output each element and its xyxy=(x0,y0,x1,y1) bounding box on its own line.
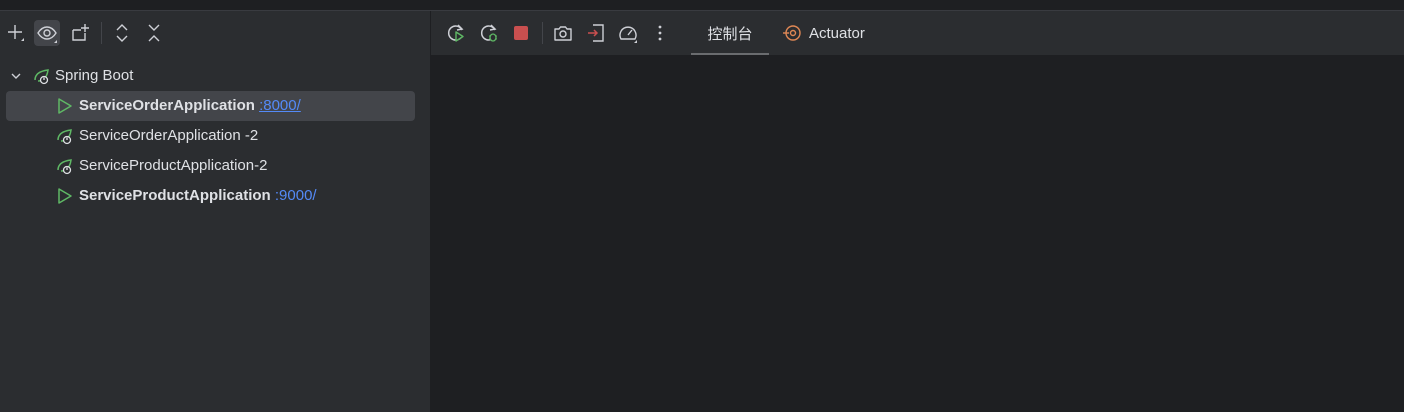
actuator-icon xyxy=(783,25,801,41)
tab-label: 控制台 xyxy=(707,25,753,43)
tree-item-service-product-application[interactable]: ServiceProductApplication :9000/ xyxy=(6,181,415,211)
spring-boot-icon xyxy=(34,69,49,85)
run-icon xyxy=(58,98,72,114)
tab-label: Actuator xyxy=(809,24,865,42)
tree-group-label: Spring Boot xyxy=(55,67,134,84)
add-icon xyxy=(8,25,24,41)
port-link[interactable]: :9000/ xyxy=(275,187,317,204)
toolbar-separator xyxy=(101,22,102,44)
stop-icon xyxy=(514,26,528,40)
tree-item-service-order-application[interactable]: ServiceOrderApplication :8000/ xyxy=(6,91,415,121)
add-service-button[interactable] xyxy=(3,20,29,46)
toolbar-separator xyxy=(542,22,543,44)
services-tree-panel: Spring Boot ServiceOrderApplication :800… xyxy=(0,11,430,412)
screenshot-button[interactable] xyxy=(550,20,576,46)
rerun-button[interactable] xyxy=(443,20,469,46)
collapse-all-icon xyxy=(148,24,160,42)
profiler-button[interactable] xyxy=(615,20,641,46)
tab-console[interactable]: 控制台 xyxy=(691,11,769,55)
rerun-debug-button[interactable] xyxy=(476,20,502,46)
top-strip xyxy=(0,0,1404,11)
run-icon xyxy=(58,188,72,204)
more-button[interactable] xyxy=(647,20,673,46)
rerun-icon xyxy=(447,24,464,42)
exit-button[interactable] xyxy=(583,20,609,46)
tree-item-label: ServiceProductApplication-2 xyxy=(79,157,268,174)
tree-item-service-order-application-2[interactable]: ServiceOrderApplication -2 xyxy=(6,121,415,151)
new-group-icon xyxy=(72,24,89,41)
port-link[interactable]: :8000/ xyxy=(259,97,301,114)
show-running-toggle[interactable] xyxy=(34,20,60,46)
more-icon xyxy=(658,25,662,41)
gauge-icon xyxy=(619,26,637,43)
expand-all-icon xyxy=(116,24,128,42)
tree-group-spring-boot[interactable]: Spring Boot xyxy=(6,61,415,91)
expand-all-button[interactable] xyxy=(109,20,135,46)
exit-icon xyxy=(588,24,604,42)
tree-item-label: ServiceProductApplication xyxy=(79,187,271,204)
new-group-button[interactable] xyxy=(67,20,93,46)
stop-button[interactable] xyxy=(508,20,534,46)
eye-icon xyxy=(37,26,57,43)
console-toolbar: 控制台 Actuator xyxy=(431,11,1404,55)
camera-icon xyxy=(554,26,572,41)
spring-boot-icon xyxy=(57,159,72,175)
collapse-all-button[interactable] xyxy=(141,20,167,46)
tab-actuator[interactable]: Actuator xyxy=(781,11,865,55)
console-panel: 控制台 Actuator xyxy=(431,11,1404,412)
tree-item-label: ServiceOrderApplication -2 xyxy=(79,127,259,144)
rerun-debug-icon xyxy=(480,24,497,42)
spring-boot-icon xyxy=(57,129,72,145)
tree-item-label: ServiceOrderApplication xyxy=(79,97,255,114)
tree-item-service-product-application-2[interactable]: ServiceProductApplication-2 xyxy=(6,151,415,181)
chevron-down-icon[interactable] xyxy=(9,69,23,83)
